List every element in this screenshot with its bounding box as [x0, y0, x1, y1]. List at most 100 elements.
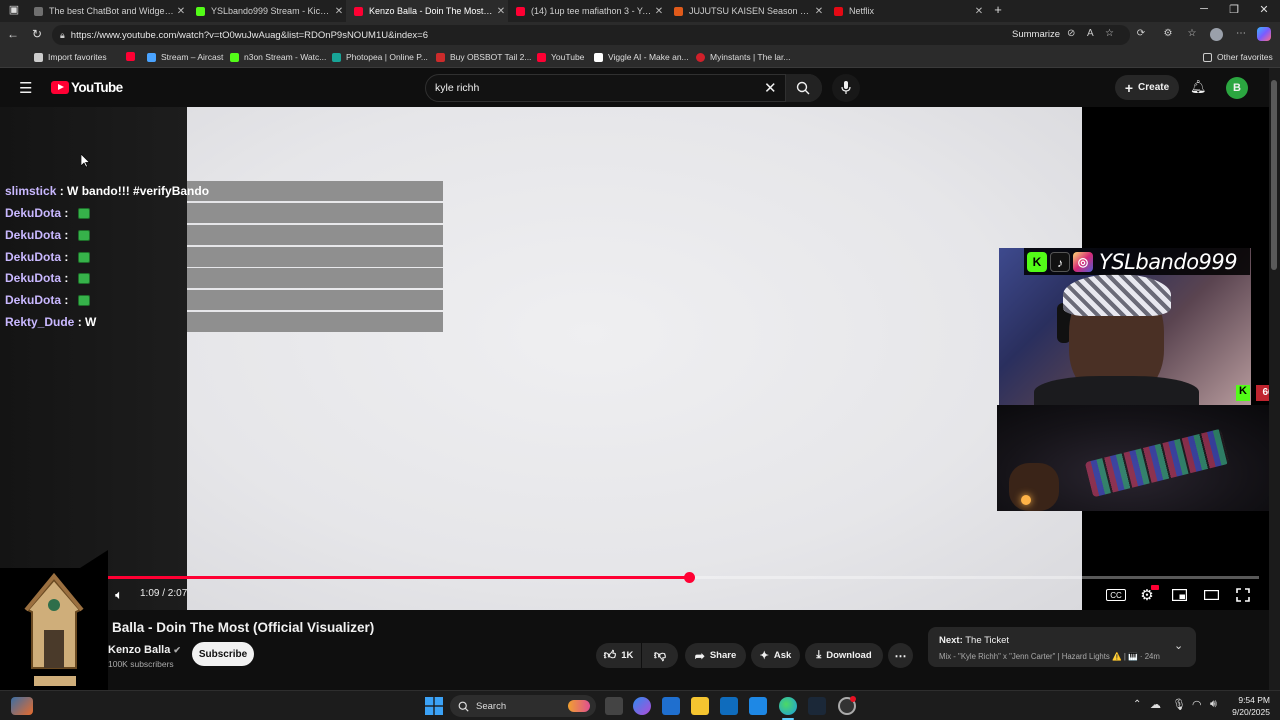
- theater-mode-icon[interactable]: [1202, 585, 1220, 605]
- more-actions-button[interactable]: ⋯: [888, 643, 913, 668]
- subscribe-button[interactable]: Subscribe: [192, 642, 254, 666]
- restore-icon[interactable]: ❐: [1224, 3, 1244, 16]
- close-icon[interactable]: ✕: [812, 6, 826, 17]
- wifi-icon[interactable]: ◠: [1192, 698, 1202, 711]
- next-subtitle: Mix - "Kyle Richh" x "Jenn Carter" | Haz…: [939, 652, 1160, 661]
- favorite-myinstants[interactable]: Myinstants | The lar...: [696, 52, 790, 62]
- browser-tab[interactable]: (14) 1up tee mafiathon 3 - YouTu ✕: [508, 0, 666, 22]
- close-icon[interactable]: ✕: [174, 6, 188, 17]
- notifications-bell-icon[interactable]: 🔔︎: [1190, 79, 1207, 95]
- captions-icon[interactable]: CC: [1106, 589, 1126, 601]
- more-menu-icon[interactable]: ⋯: [1234, 28, 1248, 39]
- create-button[interactable]: + Create: [1115, 75, 1179, 100]
- favorites-icon[interactable]: ☆: [1185, 28, 1199, 39]
- share-button[interactable]: ➦ Share: [685, 643, 746, 668]
- edge-browser-icon[interactable]: [779, 697, 797, 715]
- youtube-logo[interactable]: YouTube: [51, 80, 123, 95]
- outlook-icon[interactable]: [720, 697, 738, 715]
- copilot-icon[interactable]: [1257, 27, 1271, 41]
- chat-emote-icon: [77, 251, 90, 263]
- onedrive-icon[interactable]: ☁︎: [1150, 698, 1161, 711]
- close-icon[interactable]: ✕: [972, 6, 986, 17]
- browser-tab-active[interactable]: Kenzo Balla - Doin The Most (Offi ✕: [346, 0, 508, 22]
- kick-icon: K: [1027, 251, 1047, 272]
- favorite-aircast[interactable]: Stream – Aircast: [147, 52, 223, 62]
- system-clock[interactable]: 9:54 PM 9/20/2025: [1232, 694, 1270, 718]
- browser-tab[interactable]: JUJUTSU KAISEN Season 2 (Engli ✕: [666, 0, 826, 22]
- chat-line-background: [187, 225, 443, 245]
- photos-icon[interactable]: [749, 697, 767, 715]
- refresh-extension-icon[interactable]: ⟳: [1134, 28, 1148, 39]
- taskbar-search[interactable]: Search: [450, 695, 596, 717]
- progress-scrubber-handle[interactable]: [684, 572, 695, 583]
- scrollbar-thumb[interactable]: [1271, 80, 1277, 270]
- dislike-button[interactable]: 👎︎: [642, 643, 678, 668]
- thumbs-up-icon: 👍︎: [603, 648, 617, 662]
- kick-icon: [230, 52, 239, 62]
- chevron-down-icon[interactable]: ⌄: [1174, 639, 1183, 652]
- next-video-card[interactable]: Next: The Ticket Mix - "Kyle Richh" x "J…: [928, 627, 1196, 667]
- close-icon[interactable]: ✕: [494, 6, 508, 17]
- close-icon[interactable]: ✕: [332, 6, 346, 17]
- tab-favicon: [834, 6, 843, 16]
- favorite-youtube-icon-only[interactable]: [126, 52, 140, 61]
- favorite-label: Myinstants | The lar...: [710, 52, 791, 62]
- back-icon[interactable]: ←: [5, 27, 21, 41]
- profile-icon[interactable]: [1210, 28, 1223, 41]
- task-view-icon[interactable]: [605, 697, 623, 715]
- copilot-summary-icon[interactable]: ⊘: [1067, 28, 1075, 39]
- search-button[interactable]: [786, 74, 822, 102]
- speaker-icon[interactable]: 🔊︎: [1210, 698, 1217, 711]
- extension-icon[interactable]: ⚙︎: [1161, 28, 1175, 39]
- tab-actions-icon[interactable]: ▣: [4, 3, 24, 16]
- video-player[interactable]: slimstick : W bando!!! #verifyBando DekuD…: [0, 107, 1269, 610]
- other-favorites[interactable]: Other favorites: [1203, 52, 1273, 62]
- miniplayer-icon[interactable]: [1170, 585, 1188, 605]
- new-tab-button[interactable]: +: [988, 2, 1008, 17]
- store-icon[interactable]: [662, 697, 680, 715]
- chat-username: DekuDota: [5, 293, 62, 307]
- download-button[interactable]: ⤓ Download: [805, 643, 883, 668]
- weather-widget-icon[interactable]: [11, 697, 33, 715]
- search-input[interactable]: kyle richh ✕: [425, 74, 822, 102]
- channel-name[interactable]: Kenzo Balla ✔︎: [108, 644, 181, 656]
- browser-tab[interactable]: Netflix ✕: [826, 0, 986, 22]
- favorite-photopea[interactable]: Photopea | Online P...: [332, 52, 428, 62]
- fullscreen-icon[interactable]: [1234, 585, 1252, 605]
- copilot-taskbar-icon[interactable]: [633, 697, 651, 715]
- clear-search-icon[interactable]: ✕: [764, 79, 777, 97]
- chat-text: W bando!!! #verifyBando: [67, 184, 210, 198]
- favorite-star-icon[interactable]: ☆: [1105, 28, 1114, 39]
- ask-label: Ask: [773, 650, 792, 661]
- favorite-viggle[interactable]: Viggle AI - Make an...: [594, 52, 689, 62]
- channel-name-text: Kenzo Balla: [108, 644, 171, 656]
- favorite-obsbot[interactable]: Buy OBSBOT Tail 2...: [436, 52, 531, 62]
- steam-icon[interactable]: [808, 697, 826, 715]
- favorite-n3on[interactable]: n3on Stream - Watc...: [230, 52, 326, 62]
- address-bar[interactable]: 🔒︎ https://www.youtube.com/watch?v=tO0wu…: [52, 25, 1130, 45]
- read-aloud-icon[interactable]: A: [1087, 28, 1094, 39]
- voice-search-button[interactable]: [832, 74, 860, 102]
- file-explorer-icon[interactable]: [691, 697, 709, 715]
- microphone-tray-icon[interactable]: 🎙︎: [1172, 698, 1186, 711]
- refresh-icon[interactable]: ↻: [29, 27, 45, 41]
- like-button[interactable]: 👍︎ 1K: [596, 643, 641, 668]
- volume-icon[interactable]: 🔈︎: [110, 585, 128, 605]
- favorite-import[interactable]: Import favorites: [34, 52, 107, 62]
- tray-expand-icon[interactable]: ⌃: [1133, 699, 1141, 710]
- summarize-button[interactable]: Summarize: [1012, 29, 1060, 40]
- browser-tab[interactable]: YSLbando999 Stream - Kick Dash ✕: [188, 0, 346, 22]
- windows-start-icon[interactable]: [425, 697, 443, 715]
- next-heading: Next: The Ticket: [939, 635, 1009, 646]
- page-scrollbar[interactable]: [1269, 68, 1280, 690]
- account-avatar[interactable]: B: [1226, 77, 1248, 99]
- minimize-icon[interactable]: ─: [1194, 3, 1214, 15]
- favorite-youtube[interactable]: YouTube: [537, 52, 584, 62]
- close-icon[interactable]: ✕: [652, 6, 666, 17]
- browser-tab[interactable]: The best ChatBot and Widgets fo ✕: [26, 0, 188, 22]
- tiktok-icon: ♪: [1050, 251, 1070, 272]
- hamburger-menu-icon[interactable]: ☰: [19, 79, 32, 97]
- window-close-icon[interactable]: ✕: [1254, 3, 1274, 16]
- ask-button[interactable]: ✦ Ask: [751, 643, 800, 668]
- chat-line-background: [187, 247, 443, 267]
